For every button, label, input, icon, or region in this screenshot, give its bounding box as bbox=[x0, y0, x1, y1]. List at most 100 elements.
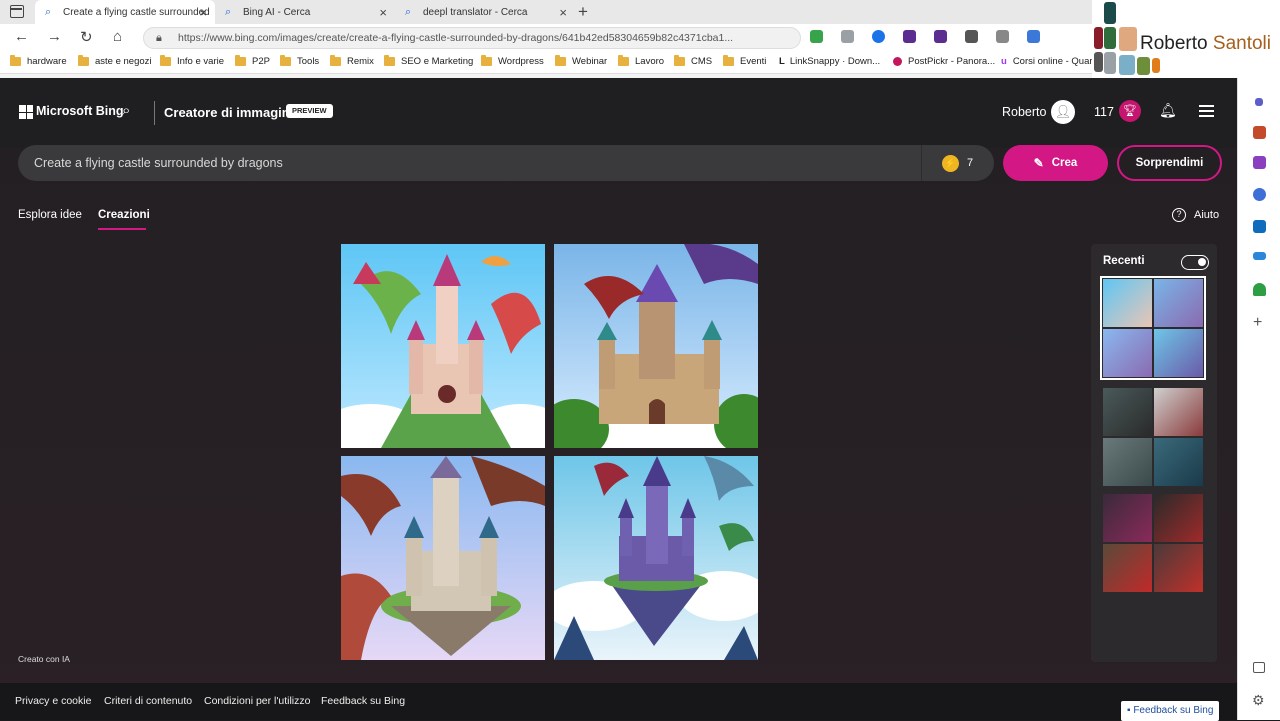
bookmark-item[interactable]: Eventi bbox=[723, 55, 766, 67]
gear-icon[interactable]: ⚙ bbox=[1252, 692, 1265, 709]
thumbnail bbox=[1154, 544, 1203, 592]
user-name[interactable]: Roberto bbox=[1002, 105, 1046, 119]
postpickr-icon bbox=[893, 57, 902, 66]
menu-icon[interactable] bbox=[1199, 105, 1214, 120]
thumbnail bbox=[1154, 279, 1203, 327]
tab-bing-ai[interactable]: ⌕ Bing AI - Cerca × bbox=[215, 0, 395, 24]
udemy-icon: u bbox=[1001, 56, 1007, 67]
logo-text: Roberto Santoli bbox=[1140, 33, 1271, 54]
thumbnail bbox=[1154, 494, 1203, 542]
footer-link-feedback[interactable]: Feedback su Bing bbox=[321, 695, 405, 707]
tab-title: Create a flying castle surrounded bbox=[63, 6, 210, 18]
search-icon: ⌕ bbox=[405, 6, 412, 18]
boosts-counter[interactable]: ⚡ 7 bbox=[921, 145, 994, 181]
bookmark-item[interactable]: u Corsi online - Quar bbox=[1001, 56, 1093, 67]
tree-icon[interactable] bbox=[1253, 283, 1266, 296]
generated-image[interactable] bbox=[341, 456, 545, 660]
page-title[interactable]: Creatore di immagini bbox=[164, 105, 293, 120]
rewards-trophy-icon[interactable]: 🏆︎ bbox=[1119, 100, 1141, 122]
home-icon[interactable]: ⌂ bbox=[113, 28, 122, 45]
extension-icon[interactable] bbox=[810, 30, 823, 43]
search-icon: ⌕ bbox=[45, 6, 52, 18]
extension-icon[interactable] bbox=[965, 30, 978, 43]
bookmark-item[interactable]: P2P bbox=[235, 55, 270, 67]
recent-panel: Recenti bbox=[1091, 244, 1217, 662]
folder-icon bbox=[618, 55, 629, 66]
address-bar[interactable]: 🔒︎ https://www.bing.com/images/create/cr… bbox=[143, 27, 801, 49]
generated-image[interactable] bbox=[554, 456, 758, 660]
generated-image[interactable] bbox=[341, 244, 545, 448]
microsoft-logo-icon bbox=[19, 105, 33, 119]
search-icon[interactable] bbox=[1255, 98, 1263, 106]
bookmark-item[interactable]: Info e varie bbox=[160, 55, 224, 67]
tab-bing-create[interactable]: ⌕ Create a flying castle surrounded × bbox=[35, 0, 215, 24]
split-screen-icon[interactable] bbox=[1253, 662, 1265, 673]
recent-group-castles[interactable] bbox=[1100, 276, 1206, 380]
divider bbox=[154, 101, 155, 125]
help-icon: ? bbox=[1172, 208, 1186, 222]
folder-icon bbox=[555, 55, 566, 66]
tab-bar: ⌕ Create a flying castle surrounded × ⌕ … bbox=[0, 0, 1280, 24]
footer-link-terms[interactable]: Condizioni per l'utilizzo bbox=[204, 695, 310, 707]
tab-explore[interactable]: Esplora idee bbox=[18, 209, 82, 221]
folder-icon bbox=[481, 55, 492, 66]
footer-link-content-policy[interactable]: Criteri di contenuto bbox=[104, 695, 192, 707]
bookmark-item[interactable]: aste e negozi bbox=[78, 55, 152, 67]
folder-icon bbox=[235, 55, 246, 66]
add-icon[interactable]: + bbox=[1253, 314, 1262, 332]
bell-icon[interactable]: 🔔︎ bbox=[1159, 102, 1177, 119]
thumbnail bbox=[1103, 388, 1152, 436]
bing-image-creator: Microsoft Bing ⌕ Creatore di immagini PR… bbox=[0, 78, 1237, 721]
bookmark-item[interactable]: CMS bbox=[674, 55, 712, 67]
tab-creations[interactable]: Creazioni bbox=[98, 209, 150, 221]
extension-icon[interactable] bbox=[841, 30, 854, 43]
drop-icon[interactable] bbox=[1253, 252, 1266, 260]
rewards-points[interactable]: 117 bbox=[1094, 105, 1114, 119]
bookmark-item[interactable]: PostPickr - Panora... bbox=[893, 56, 995, 67]
shopping-icon[interactable] bbox=[1253, 126, 1266, 139]
preview-badge: PREVIEW bbox=[286, 104, 333, 118]
extension-icon[interactable] bbox=[996, 30, 1009, 43]
help-link[interactable]: ? Aiuto bbox=[1172, 208, 1219, 222]
surprise-button[interactable]: Sorprendimi bbox=[1117, 145, 1222, 181]
close-icon[interactable]: × bbox=[199, 5, 207, 20]
recent-group-robots[interactable] bbox=[1103, 388, 1203, 486]
brand-name[interactable]: Microsoft Bing bbox=[36, 104, 124, 118]
recent-toggle[interactable] bbox=[1181, 255, 1209, 270]
tools-icon[interactable] bbox=[1253, 156, 1266, 169]
feedback-button[interactable]: ▪︎ Feedback su Bing bbox=[1121, 701, 1220, 721]
search-icon[interactable]: ⌕ bbox=[122, 102, 130, 119]
bookmark-item[interactable]: Remix bbox=[330, 55, 374, 67]
bookmark-item[interactable]: Wordpress bbox=[481, 55, 544, 67]
back-icon[interactable]: ← bbox=[14, 28, 29, 45]
folder-icon bbox=[330, 55, 341, 66]
edit-icon: ✎ bbox=[1033, 156, 1044, 170]
outlook-icon[interactable] bbox=[1253, 220, 1266, 233]
extension-icon[interactable] bbox=[872, 30, 885, 43]
extension-icon[interactable] bbox=[934, 30, 947, 43]
footer-link-privacy[interactable]: Privacy e cookie bbox=[15, 695, 91, 707]
bookmark-item[interactable]: Webinar bbox=[555, 55, 607, 67]
bookmark-item[interactable]: Lavoro bbox=[618, 55, 664, 67]
generated-image[interactable] bbox=[554, 244, 758, 448]
lock-icon: 🔒︎ bbox=[156, 32, 162, 44]
forward-icon[interactable]: → bbox=[47, 28, 62, 45]
close-icon[interactable]: × bbox=[379, 5, 387, 20]
tab-deepl[interactable]: ⌕ deepl translator - Cerca × bbox=[395, 0, 575, 24]
extension-icon[interactable] bbox=[903, 30, 916, 43]
extension-icon[interactable] bbox=[1027, 30, 1040, 43]
bookmark-item[interactable]: L LinkSnappy · Down... bbox=[779, 56, 880, 67]
games-icon[interactable] bbox=[1253, 188, 1266, 201]
bookmark-item[interactable]: SEO e Marketing bbox=[384, 55, 473, 67]
reload-icon[interactable]: ↻ bbox=[80, 28, 93, 46]
new-tab-icon[interactable]: + bbox=[578, 2, 588, 22]
create-button[interactable]: ✎ Crea bbox=[1003, 145, 1108, 181]
close-icon[interactable]: × bbox=[559, 5, 567, 20]
bookmark-item[interactable]: hardware bbox=[10, 55, 67, 67]
bookmark-item[interactable]: Tools bbox=[280, 55, 319, 67]
tab-actions-icon[interactable] bbox=[10, 5, 24, 18]
prompt-input[interactable]: Create a flying castle surrounded by dra… bbox=[18, 145, 994, 181]
thumbnail bbox=[1154, 329, 1203, 377]
avatar[interactable]: 👤︎ bbox=[1051, 100, 1075, 124]
recent-group-cats[interactable] bbox=[1103, 494, 1203, 592]
